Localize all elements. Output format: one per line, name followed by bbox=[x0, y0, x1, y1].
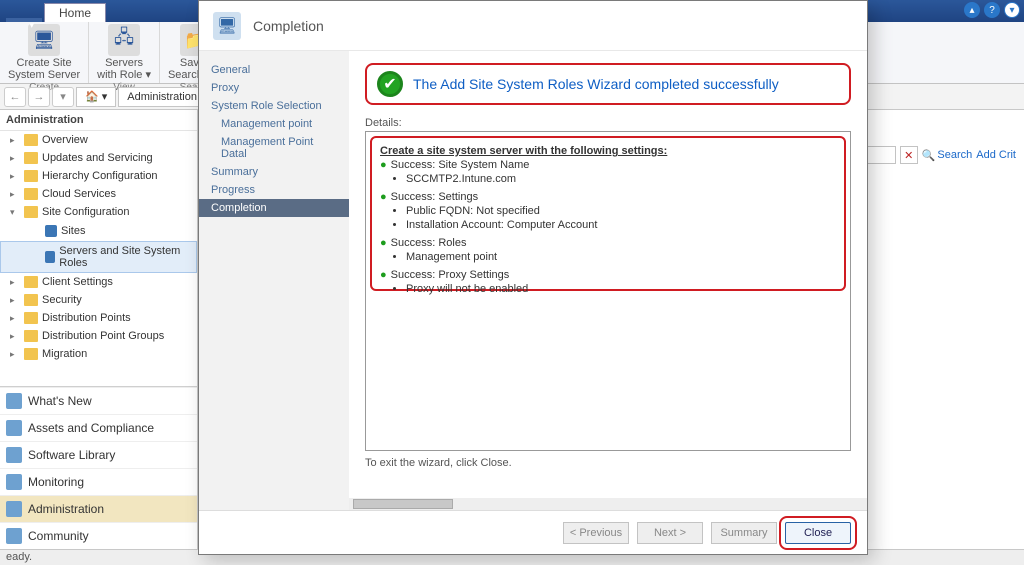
nav-item-cloud-services[interactable]: ▸Cloud Services bbox=[0, 185, 197, 203]
wizard-success-text: The Add Site System Roles Wizard complet… bbox=[413, 76, 779, 92]
workspace-icon bbox=[6, 447, 22, 463]
wizard-step-proxy[interactable]: Proxy bbox=[199, 79, 349, 97]
workspace-software-library[interactable]: Software Library bbox=[0, 441, 197, 468]
wizard-step-system-role-selection[interactable]: System Role Selection bbox=[199, 97, 349, 115]
wizard-content: ✔ The Add Site System Roles Wizard compl… bbox=[349, 51, 867, 510]
wizard-header: 🖥 Completion bbox=[199, 1, 867, 51]
wizard-success-banner: ✔ The Add Site System Roles Wizard compl… bbox=[365, 63, 851, 105]
next-button: Next > bbox=[637, 522, 703, 544]
workspace-what's-new[interactable]: What's New bbox=[0, 387, 197, 414]
workspace-icon bbox=[6, 528, 22, 544]
back-button[interactable]: ← bbox=[4, 87, 26, 107]
title-help-icons: ▴ ? ▾ bbox=[964, 2, 1020, 18]
workspace-icon bbox=[6, 474, 22, 490]
wizard-step-management-point[interactable]: Management point bbox=[199, 115, 349, 133]
servers-with-role-button[interactable]: 🖧 Serverswith Role ▾ View bbox=[89, 22, 160, 83]
create-site-server-button[interactable]: 🖥 Create SiteSystem Server Create bbox=[0, 22, 89, 83]
nav-item-distribution-points[interactable]: ▸Distribution Points bbox=[0, 309, 197, 327]
nav-item-servers-and-site-system-roles[interactable]: Servers and Site System Roles bbox=[0, 241, 197, 273]
success-check-icon: ✔ bbox=[377, 71, 403, 97]
workspace-monitoring[interactable]: Monitoring bbox=[0, 468, 197, 495]
wizard-scrollbar[interactable] bbox=[349, 498, 867, 510]
forward-button[interactable]: → bbox=[28, 87, 50, 107]
details-box: Create a site system server with the fol… bbox=[365, 131, 851, 451]
add-criteria-button[interactable]: Add Crit bbox=[976, 149, 1016, 161]
folder-icon bbox=[24, 330, 38, 342]
nav-pane: Administration ▸Overview▸Updates and Ser… bbox=[0, 110, 198, 549]
wunderbar: What's NewAssets and ComplianceSoftware … bbox=[0, 386, 197, 549]
folder-icon bbox=[24, 348, 38, 360]
previous-button: < Previous bbox=[563, 522, 629, 544]
workspace-assets-and-compliance[interactable]: Assets and Compliance bbox=[0, 414, 197, 441]
nav-item-security[interactable]: ▸Security bbox=[0, 291, 197, 309]
nav-item-client-settings[interactable]: ▸Client Settings bbox=[0, 273, 197, 291]
search-button[interactable]: 🔍 Search bbox=[922, 149, 973, 162]
workspace-community[interactable]: Community bbox=[0, 522, 197, 549]
node-icon bbox=[45, 225, 57, 237]
folder-icon bbox=[24, 152, 38, 164]
node-icon bbox=[45, 251, 55, 263]
workspace-administration[interactable]: Administration bbox=[0, 495, 197, 522]
wizard-step-general[interactable]: General bbox=[199, 61, 349, 79]
folder-icon bbox=[24, 134, 38, 146]
expand-icon[interactable]: ▴ bbox=[964, 2, 980, 18]
wizard-title: Completion bbox=[253, 18, 324, 34]
clear-search-icon[interactable]: ✕ bbox=[900, 146, 918, 164]
wizard-step-completion[interactable]: Completion bbox=[199, 199, 349, 217]
history-button[interactable]: ▾ bbox=[52, 87, 74, 107]
wizard-step-summary[interactable]: Summary bbox=[199, 163, 349, 181]
nav-item-sites[interactable]: Sites bbox=[0, 221, 197, 241]
help-icon[interactable]: ? bbox=[984, 2, 1000, 18]
wizard-buttons: < Previous Next > Summary Close bbox=[199, 510, 867, 554]
folder-icon bbox=[24, 312, 38, 324]
nav-item-hierarchy-configuration[interactable]: ▸Hierarchy Configuration bbox=[0, 167, 197, 185]
nav-item-updates-and-servicing[interactable]: ▸Updates and Servicing bbox=[0, 149, 197, 167]
dropdown-icon[interactable]: ▾ bbox=[1004, 2, 1020, 18]
details-label: Details: bbox=[365, 117, 851, 129]
summary-button: Summary bbox=[711, 522, 777, 544]
exit-hint: To exit the wizard, click Close. bbox=[365, 457, 851, 469]
file-tab[interactable] bbox=[6, 18, 42, 22]
nav-item-overview[interactable]: ▸Overview bbox=[0, 131, 197, 149]
wizard-steps: GeneralProxySystem Role SelectionManagem… bbox=[199, 51, 349, 510]
home-tab[interactable]: Home bbox=[44, 3, 106, 22]
nav-item-site-configuration[interactable]: ▾Site Configuration bbox=[0, 203, 197, 221]
workspace-icon bbox=[6, 420, 22, 436]
folder-icon bbox=[24, 206, 38, 218]
nav-header: Administration bbox=[0, 110, 197, 131]
folder-icon bbox=[24, 294, 38, 306]
wizard-step-progress[interactable]: Progress bbox=[199, 181, 349, 199]
nav-item-distribution-point-groups[interactable]: ▸Distribution Point Groups bbox=[0, 327, 197, 345]
details-highlight: Create a site system server with the fol… bbox=[370, 136, 846, 291]
wizard-step-management-point-datal[interactable]: Management Point Datal bbox=[199, 133, 349, 163]
folder-icon bbox=[24, 188, 38, 200]
wizard-icon: 🖥 bbox=[213, 12, 241, 40]
folder-icon bbox=[24, 276, 38, 288]
nav-item-migration[interactable]: ▸Migration bbox=[0, 345, 197, 363]
breadcrumb-root-icon[interactable]: 🏠 ▾ bbox=[76, 87, 116, 107]
servers-icon: 🖧 bbox=[108, 24, 140, 56]
wizard-dialog: 🖥 Completion GeneralProxySystem Role Sel… bbox=[198, 0, 868, 555]
workspace-icon bbox=[6, 393, 22, 409]
folder-icon bbox=[24, 170, 38, 182]
close-button[interactable]: Close bbox=[785, 522, 851, 544]
workspace-icon bbox=[6, 501, 22, 517]
